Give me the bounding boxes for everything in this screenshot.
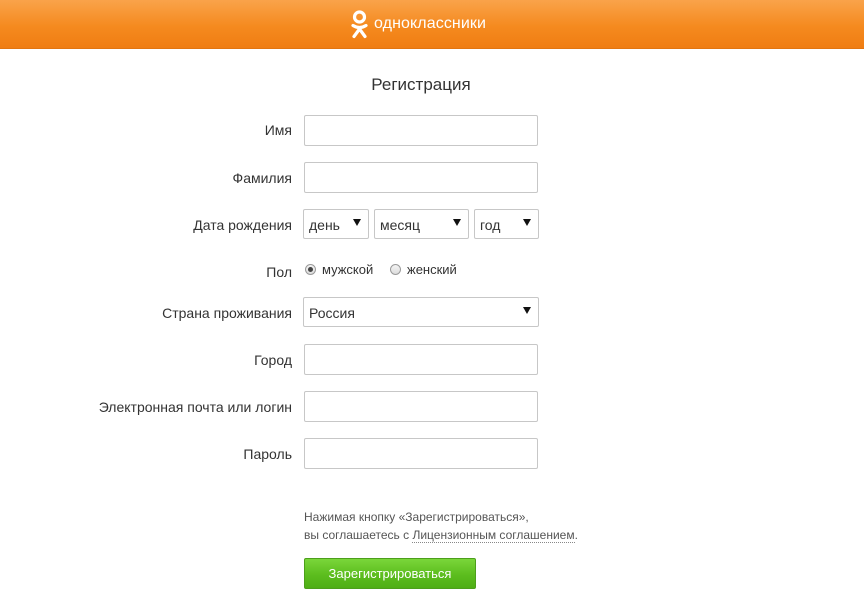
- site-logo[interactable]: одноклассники: [351, 9, 486, 39]
- email-input[interactable]: [304, 391, 538, 422]
- page-title: Регистрация: [371, 75, 471, 94]
- agreement-line1: Нажимая кнопку «Зарегистрироваться»,: [304, 510, 529, 524]
- email-label: Электронная почта или логин: [98, 399, 292, 415]
- city-input[interactable]: [304, 344, 538, 375]
- birth-day-select[interactable]: день: [303, 209, 369, 239]
- country-value: Россия: [309, 305, 355, 321]
- password-input[interactable]: [304, 438, 538, 469]
- ok-logo-icon: [351, 9, 368, 38]
- agreement-line2: вы соглашаетесь с Лицензионным соглашени…: [304, 526, 578, 544]
- birth-month-select[interactable]: месяц: [374, 209, 469, 239]
- gender-option-male[interactable]: мужской: [305, 262, 373, 277]
- city-label: Город: [254, 352, 292, 368]
- gender-female-label: женский: [407, 262, 457, 277]
- password-label: Пароль: [243, 446, 292, 462]
- gender-label: Пол: [266, 264, 292, 280]
- birth-date-label: Дата рождения: [193, 217, 292, 233]
- logo-text: одноклассники: [374, 15, 487, 32]
- agreement-text: Нажимая кнопку «Зарегистрироваться», вы …: [304, 508, 578, 544]
- last-name-input[interactable]: [304, 162, 538, 193]
- chevron-down-icon: [353, 219, 361, 226]
- birth-month-value: месяц: [380, 217, 421, 233]
- header-bar: одноклассники: [0, 0, 864, 49]
- birth-year-select[interactable]: год: [474, 209, 539, 239]
- chevron-down-icon: [453, 219, 461, 226]
- agreement-suffix: .: [574, 528, 578, 542]
- agreement-prefix: вы соглашаетесь с: [304, 528, 413, 542]
- first-name-input[interactable]: [304, 115, 538, 146]
- gender-option-female[interactable]: женский: [390, 262, 457, 277]
- register-button[interactable]: Зарегистрироваться: [304, 558, 476, 589]
- chevron-down-icon: [523, 219, 531, 226]
- gender-female-radio[interactable]: [390, 264, 401, 275]
- chevron-down-icon: [523, 307, 531, 314]
- last-name-label: Фамилия: [232, 170, 292, 186]
- gender-male-radio[interactable]: [305, 264, 316, 275]
- gender-male-label: мужской: [322, 262, 374, 277]
- first-name-label: Имя: [264, 122, 292, 138]
- birth-year-value: год: [480, 217, 501, 233]
- country-label: Страна проживания: [162, 305, 292, 321]
- license-agreement-link[interactable]: Лицензионным соглашением: [412, 528, 575, 543]
- country-select[interactable]: Россия: [303, 297, 539, 327]
- birth-day-value: день: [309, 217, 340, 233]
